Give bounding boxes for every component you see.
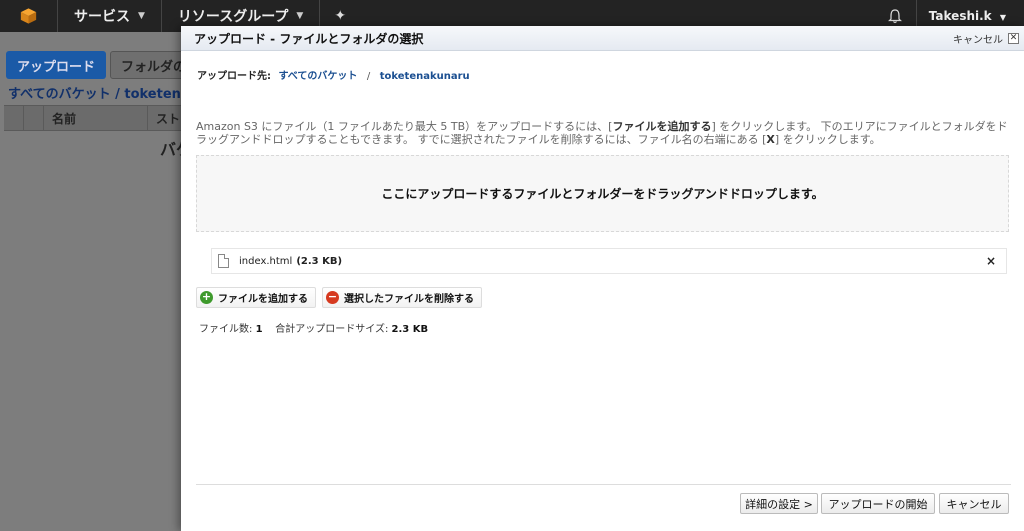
- user-menu[interactable]: Takeshi.k ▼: [917, 9, 1024, 23]
- footer-divider: [196, 484, 1011, 485]
- cube-icon: [20, 8, 37, 24]
- start-upload-button[interactable]: アップロードの開始: [821, 493, 935, 514]
- bg-name-column: 名前: [44, 105, 148, 131]
- aws-logo[interactable]: [20, 0, 58, 32]
- pin-icon[interactable]: ✦: [320, 8, 360, 24]
- add-files-label: ファイルを追加する: [218, 294, 308, 305]
- files-count: 1: [255, 324, 263, 335]
- delete-selected-label: 選択したファイルを削除する: [344, 294, 474, 305]
- chevron-down-icon: ▼: [138, 11, 145, 21]
- bg-icon-column: [24, 105, 44, 131]
- minus-icon: −: [326, 290, 339, 304]
- dialog-title: アップロード - ファイルとフォルダの選択: [194, 31, 424, 46]
- advanced-settings-button[interactable]: 詳細の設定 >: [740, 493, 818, 514]
- dest-bucket-link[interactable]: toketenakunaru: [380, 71, 470, 82]
- upload-destination: アップロード先: すべてのバケット / toketenakunaru: [197, 67, 470, 82]
- bg-upload-button: アップロード: [6, 51, 106, 79]
- file-icon: [218, 254, 229, 268]
- upload-dialog: アップロード - ファイルとフォルダの選択 キャンセル ✕ アップロード先: す…: [181, 26, 1024, 531]
- files-count-label: ファイル数:: [199, 324, 253, 335]
- dest-all-buckets-link[interactable]: すべてのバケット: [278, 71, 357, 82]
- total-size-label: 合計アップロードサイズ:: [275, 324, 389, 335]
- close-icon[interactable]: ✕: [1008, 32, 1019, 44]
- services-label: サービス: [74, 9, 130, 25]
- dest-separator: /: [366, 71, 371, 82]
- dialog-close-label: キャンセル: [953, 34, 1003, 46]
- total-size: 2.3 KB: [391, 324, 429, 335]
- drop-zone[interactable]: ここにアップロードするファイルとフォルダーをドラッグアンドドロップします。: [196, 155, 1009, 232]
- info-add-text: ファイルを追加する: [612, 120, 712, 133]
- bg-check-column: [4, 105, 24, 131]
- info-text-3: ] をクリックします。: [774, 133, 881, 146]
- bg-breadcrumb: すべてのバケット / toketen: [8, 87, 181, 102]
- resource-groups-label: リソースグループ: [177, 9, 289, 25]
- bg-folder-button: フォルダの: [110, 51, 190, 79]
- services-menu[interactable]: サービス ▼: [58, 0, 162, 32]
- cancel-button[interactable]: キャンセル: [939, 493, 1009, 514]
- info-text-1: Amazon S3 にファイル（1 ファイルあたり最大 5 TB）をアップロード…: [196, 120, 613, 133]
- upload-summary: ファイル数: 1 合計アップロードサイズ: 2.3 KB: [199, 320, 428, 335]
- bg-table-header: 名前 スト: [4, 105, 184, 131]
- bg-storage-column: スト: [156, 111, 181, 126]
- add-files-button[interactable]: + ファイルを追加する: [196, 287, 316, 308]
- remove-file-button[interactable]: ×: [986, 254, 996, 268]
- info-x-text: X: [766, 133, 775, 146]
- dialog-close[interactable]: キャンセル ✕: [953, 31, 1024, 46]
- chevron-down-icon: ▼: [296, 11, 304, 21]
- dest-label: アップロード先:: [197, 71, 271, 82]
- instructions: Amazon S3 にファイル（1 ファイルあたり最大 5 TB）をアップロード…: [196, 120, 1016, 146]
- file-name: index.html: [239, 255, 293, 267]
- file-list-item[interactable]: index.html (2.3 KB) ×: [211, 248, 1007, 274]
- plus-icon: +: [200, 290, 213, 304]
- user-name: Takeshi.k: [928, 9, 992, 23]
- chevron-down-icon: ▼: [999, 13, 1006, 22]
- dialog-header: アップロード - ファイルとフォルダの選択 キャンセル ✕: [181, 26, 1024, 51]
- drop-zone-label: ここにアップロードするファイルとフォルダーをドラッグアンドドロップします。: [381, 187, 824, 201]
- file-size: (2.3 KB): [296, 255, 343, 267]
- delete-selected-button[interactable]: − 選択したファイルを削除する: [322, 287, 482, 308]
